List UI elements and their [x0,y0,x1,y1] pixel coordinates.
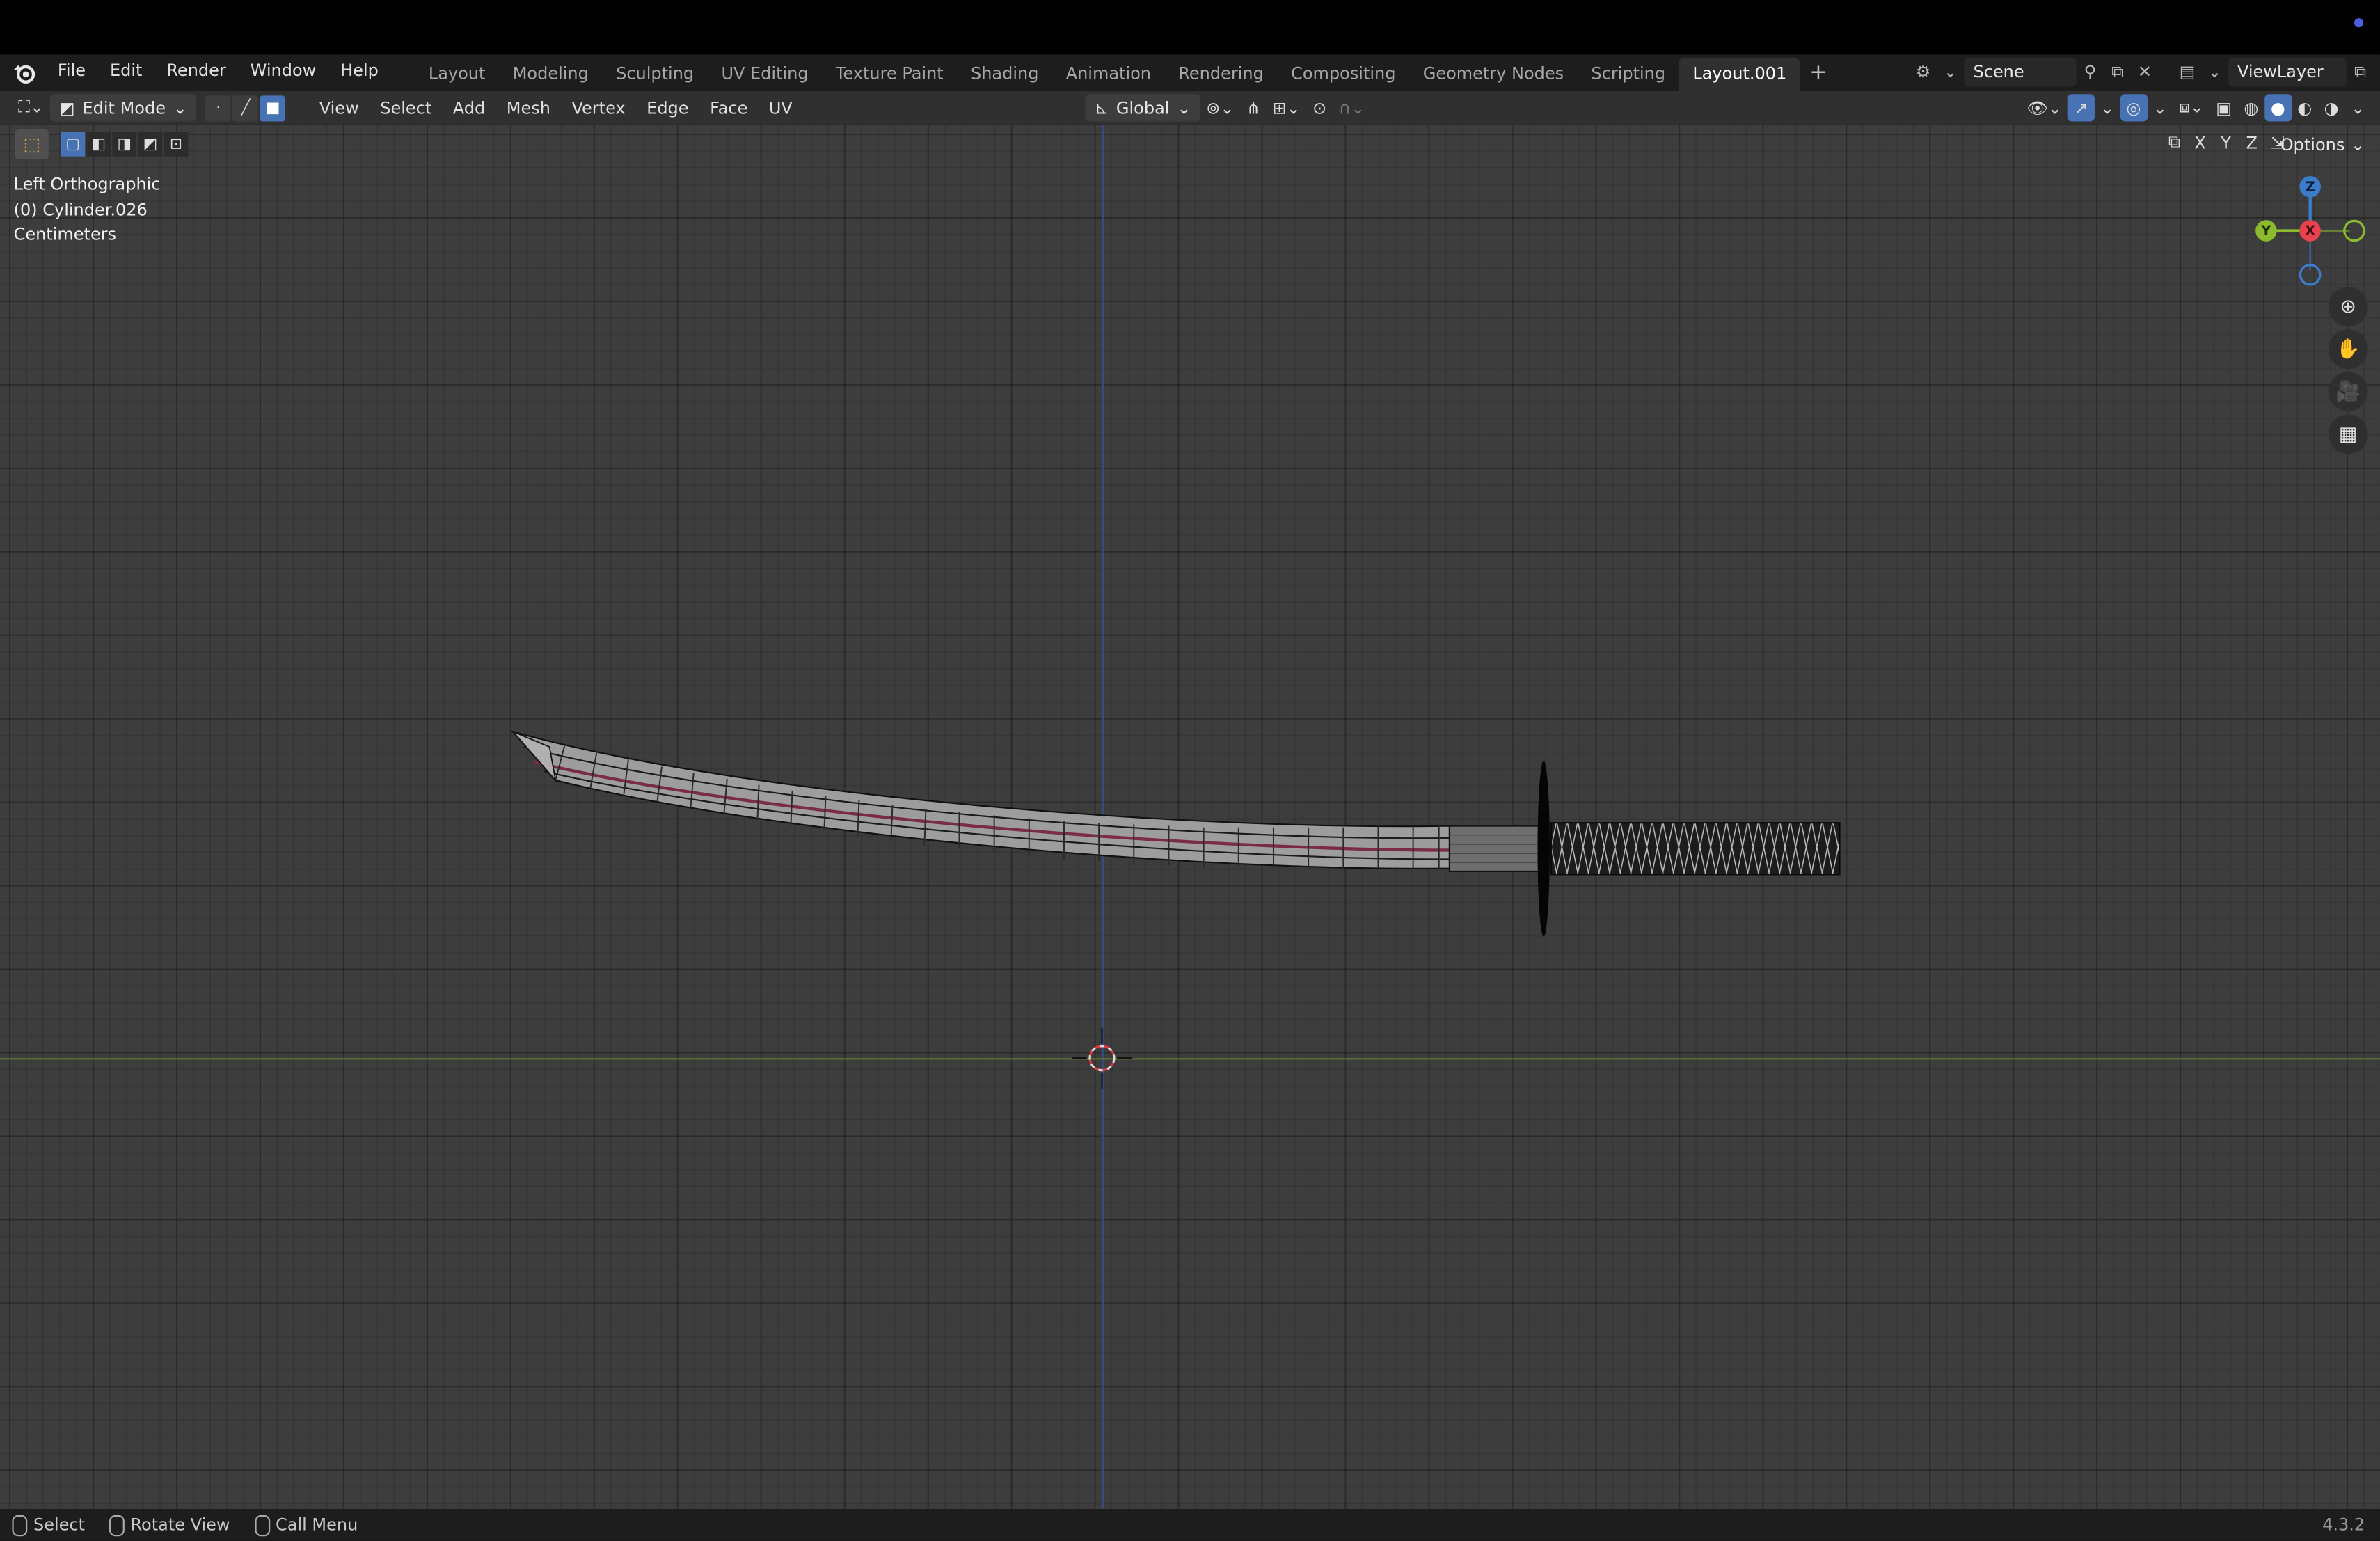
menu-render[interactable]: Render [154,55,238,91]
transform-orientation-dropdown[interactable]: ⊾ Global ⌄ [1085,94,1200,122]
editor-type-icon[interactable]: ⛶⌄ [12,94,49,121]
blade-collar [1448,825,1541,873]
handle [1550,822,1841,876]
snap-toggle-icon[interactable]: ⋔ [1240,94,1267,121]
blender-logo-icon[interactable] [12,61,36,85]
pivot-point-icon[interactable]: ⊚⌄ [1200,94,1241,121]
tab-animation[interactable]: Animation [1052,58,1165,91]
middle-mouse-icon [109,1514,125,1536]
scene-field[interactable]: Scene [1964,57,2077,87]
face-select-icon[interactable]: ■ [260,95,286,121]
menu-view[interactable]: View [308,98,369,118]
mode-dropdown[interactable]: ◩ Edit Mode ⌄ [49,94,197,122]
tab-layout[interactable]: Layout [415,58,499,91]
tab-texture-paint[interactable]: Texture Paint [822,58,957,91]
tab-layout-001[interactable]: Layout.001 [1679,57,1800,91]
status-select: Select [33,1515,86,1535]
orientation-icon: ⊾ [1094,97,1109,118]
add-workspace-button[interactable]: + [1800,58,1836,91]
right-mouse-icon [254,1514,270,1536]
left-mouse-icon [12,1514,28,1536]
viewport-header: ⛶⌄ ◩ Edit Mode ⌄ · ╱ ■ View Select Add M… [0,90,2380,125]
status-bar: Select Rotate View Call Menu 4.3.2 [0,1509,2380,1541]
recording-indicator-icon [2354,18,2364,28]
overlay-chevron-down-icon[interactable]: ⌄ [2147,94,2173,121]
menu-edit[interactable]: Edit [98,55,154,91]
tab-modeling[interactable]: Modeling [499,58,602,91]
top-bar: File Edit Render Window Help Layout Mode… [0,54,2380,91]
orientation-label: Global [1116,97,1170,118]
tab-shading[interactable]: Shading [957,58,1052,91]
os-title-bar [0,0,2380,55]
katana-mesh[interactable] [0,125,2380,1509]
snap-target-icon[interactable]: ⊞⌄ [1267,94,1307,121]
material-shading-icon[interactable]: ◐ [2292,94,2318,121]
select-mode-group: · ╱ ■ [205,95,287,121]
xray-toggle-icon[interactable]: ▣ [2210,94,2238,121]
menu-uv[interactable]: UV [759,98,804,118]
tab-scripting[interactable]: Scripting [1578,58,1679,91]
view-layer-field[interactable]: ViewLayer [2228,57,2347,87]
tab-geometry-nodes[interactable]: Geometry Nodes [1409,58,1578,91]
falloff-icon[interactable]: ∩⌄ [1333,94,1371,121]
menu-edge[interactable]: Edge [636,98,699,118]
chevron-down-icon[interactable]: ⌄ [2201,58,2228,86]
chevron-down-icon: ⌄ [1177,97,1191,118]
menu-window[interactable]: Window [238,55,328,91]
menu-help[interactable]: Help [328,55,391,91]
edit-mode-icon: ◩ [58,97,75,118]
status-rotate-view: Rotate View [130,1515,230,1535]
pin-icon[interactable]: ⚲ [2077,58,2104,86]
visibility-icon[interactable]: 👁⌄ [2021,94,2068,121]
menu-face[interactable]: Face [699,98,759,118]
mesh-edit-overlay-icon[interactable]: ⧈⌄ [2173,94,2210,121]
menu-add[interactable]: Add [443,98,496,118]
menu-file[interactable]: File [45,55,97,91]
3d-viewport[interactable]: ⬚ ▢ ◧ ◨ ◩ ⊡ Left Orthographic (0) Cylind… [0,124,2380,1510]
view-layer-icon[interactable]: ▤ [2173,58,2200,86]
chevron-down-icon[interactable]: ⌄ [1937,58,1964,86]
tab-rendering[interactable]: Rendering [1165,58,1278,91]
workspace-tabs: Layout Modeling Sculpting UV Editing Tex… [415,55,1836,91]
wireframe-shading-icon[interactable]: ◍ [2238,94,2264,121]
menu-mesh[interactable]: Mesh [496,98,562,118]
version-label: 4.3.2 [2322,1515,2365,1535]
scene-selector-group: ⚙ ⌄ Scene ⚲ ⧉ ✕ ▤ ⌄ ViewLayer ⧉ ✕ [1910,57,2380,87]
tsuba-guard [1537,760,1550,937]
menu-select[interactable]: Select [370,98,443,118]
chevron-down-icon: ⌄ [173,97,187,118]
menu-vertex[interactable]: Vertex [561,98,636,118]
delete-scene-icon[interactable]: ✕ [2131,58,2158,86]
proportional-edit-icon[interactable]: ⊙ [1306,94,1333,121]
3d-cursor-icon [1071,1027,1133,1089]
gizmo-toggle-icon[interactable]: ↗ [2068,94,2095,122]
solid-shading-icon[interactable]: ● [2264,94,2292,122]
tab-sculpting[interactable]: Sculpting [602,58,707,91]
delete-view-layer-icon[interactable]: ✕ [2374,58,2380,86]
rendered-shading-icon[interactable]: ◑ [2318,94,2345,121]
tab-compositing[interactable]: Compositing [1277,58,1409,91]
gizmo-chevron-down-icon[interactable]: ⌄ [2094,94,2120,121]
shading-chevron-down-icon[interactable]: ⌄ [2345,94,2371,121]
new-view-layer-icon[interactable]: ⧉ [2347,58,2374,86]
overlay-toggle-icon[interactable]: ◎ [2120,94,2148,122]
new-scene-icon[interactable]: ⧉ [2104,58,2131,86]
vertex-select-icon[interactable]: · [205,95,232,121]
mode-label: Edit Mode [82,97,166,118]
tab-uv-editing[interactable]: UV Editing [708,58,822,91]
scene-icon[interactable]: ⚙ [1910,58,1937,86]
edge-select-icon[interactable]: ╱ [232,95,259,121]
status-call-menu: Call Menu [276,1515,358,1535]
